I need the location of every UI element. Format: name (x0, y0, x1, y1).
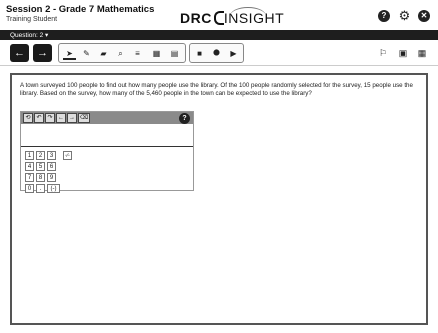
key-4[interactable]: 4 (25, 162, 34, 171)
review-icon[interactable]: ▣ (397, 47, 409, 59)
equation-editor: ⟲ ↶ ↷ ← → ⌫ ? 1 2 3 ▫⁄▫ 4 5 6 7 8 9 0 . … (20, 111, 194, 193)
fraction-key[interactable]: ▫⁄▫ (63, 151, 72, 160)
location-pin-icon[interactable]: ⬤ (210, 47, 223, 60)
student-name: Training Student (6, 16, 58, 23)
pointer-icon[interactable]: ➤ (63, 47, 76, 60)
play-icon[interactable]: ▶ (227, 47, 240, 60)
backspace-icon[interactable]: ⌫ (78, 113, 90, 123)
brand-logo: DRC INSIGHT (180, 7, 284, 27)
magnifier-icon[interactable]: ⌕ (114, 47, 127, 60)
answer-masking-icon[interactable]: ▦ (150, 47, 163, 60)
next-button[interactable]: → (33, 44, 52, 62)
key-3[interactable]: 3 (47, 151, 56, 160)
key-7[interactable]: 7 (25, 173, 34, 182)
question-bar: Question: 2 ▾ (0, 30, 438, 40)
key-8[interactable]: 8 (36, 173, 45, 182)
question-selector[interactable]: Question: 2 ▾ (10, 31, 48, 39)
notepad-icon[interactable]: ▤ (168, 47, 181, 60)
key-negative[interactable]: (-) (47, 184, 60, 193)
redo-icon[interactable]: ↷ (45, 113, 55, 123)
key-9[interactable]: 9 (47, 173, 56, 182)
highlighter-icon[interactable]: ▰ (97, 47, 110, 60)
question-panel: A town surveyed 100 people to find out h… (10, 73, 428, 325)
back-button[interactable]: ← (10, 44, 29, 62)
cursor-left-icon[interactable]: ← (56, 113, 66, 123)
undo-icon[interactable]: ↶ (34, 113, 44, 123)
brand-prefix: DRC (180, 9, 212, 26)
key-5[interactable]: 5 (36, 162, 45, 171)
answer-input[interactable] (21, 124, 193, 147)
cursor-right-icon[interactable]: → (67, 113, 77, 123)
stop-icon[interactable]: ■ (193, 47, 206, 60)
brand-swoosh-icon (230, 7, 266, 25)
media-tools-group: ■ ⬤ ▶ (189, 43, 244, 63)
key-2[interactable]: 2 (36, 151, 45, 160)
flag-icon[interactable]: ⚐ (377, 47, 389, 59)
question-prompt: A town surveyed 100 people to find out h… (20, 82, 413, 97)
key-0[interactable]: 0 (25, 184, 34, 193)
key-decimal[interactable]: . (36, 184, 45, 193)
equation-toolbar: ⟲ ↶ ↷ ← → ⌫ ? (21, 112, 193, 124)
equation-help-icon[interactable]: ? (179, 113, 190, 124)
line-reader-icon[interactable]: ≡ (131, 47, 144, 60)
key-6[interactable]: 6 (47, 162, 56, 171)
key-1[interactable]: 1 (25, 151, 34, 160)
brand-mark-icon (213, 9, 224, 25)
tools-group: ➤ ✎ ▰ ⌕ ≡ ▦ ▤ (58, 43, 186, 63)
app-header: Session 2 - Grade 7 Mathematics Training… (0, 0, 438, 30)
gear-icon[interactable]: ⚙ (398, 9, 411, 22)
help-icon[interactable]: ? (378, 10, 390, 22)
pencil-icon[interactable]: ✎ (80, 47, 93, 60)
toolbar: ← → ➤ ✎ ▰ ⌕ ≡ ▦ ▤ ■ ⬤ ▶ ⚐ ▣ ▦ (0, 40, 438, 66)
reset-icon[interactable]: ⟲ (23, 113, 33, 123)
calculator-icon[interactable]: ▦ (416, 47, 428, 59)
close-icon[interactable]: ✕ (418, 10, 430, 22)
session-title: Session 2 - Grade 7 Mathematics (6, 4, 155, 15)
